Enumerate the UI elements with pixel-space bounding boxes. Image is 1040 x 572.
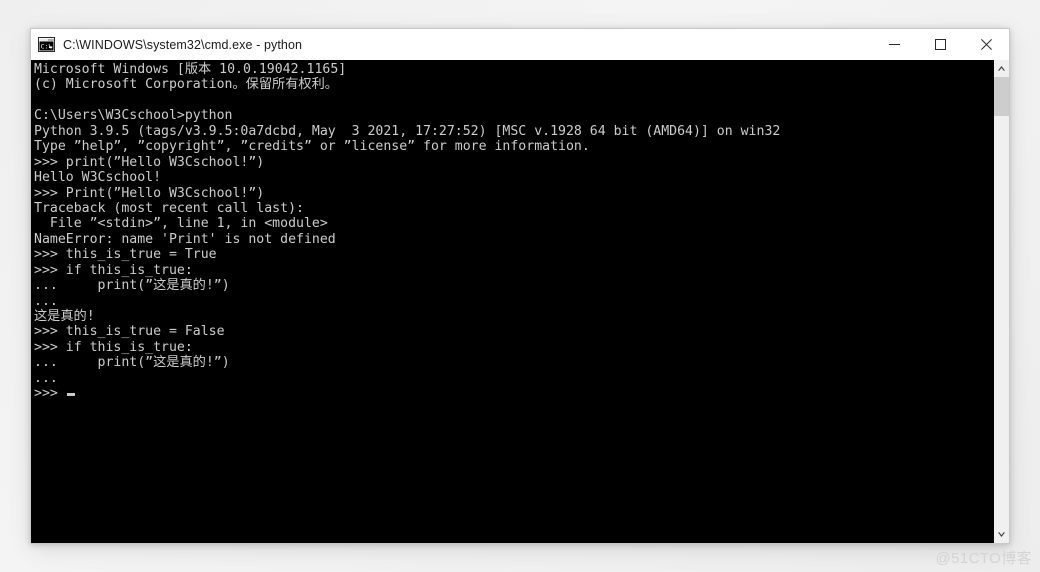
console-line: >>> if this_is_true:: [34, 262, 193, 278]
console-line: Hello W3Cschool!: [34, 170, 162, 186]
console-line: C:\Users\W3Cschool>python: [34, 108, 233, 124]
cmd-console-icon: C:\: [38, 37, 55, 52]
console-line: ... print(”这是真的!”): [34, 355, 230, 371]
console-line: Traceback (most recent call last):: [34, 200, 304, 216]
console-line: Microsoft Windows [版本 10.0.19042.1165]: [34, 62, 347, 77]
minimize-button[interactable]: [871, 29, 917, 60]
console-line: Type ”help”, ”copyright”, ”credits” or ”…: [34, 139, 590, 155]
chevron-down-icon: [998, 532, 1005, 537]
close-button[interactable]: [963, 29, 1009, 60]
chevron-up-icon: [998, 66, 1005, 71]
vertical-scrollbar[interactable]: [993, 60, 1009, 543]
window-title: C:\WINDOWS\system32\cmd.exe - python: [63, 37, 303, 52]
console-area[interactable]: Microsoft Windows [版本 10.0.19042.1165] (c…: [31, 60, 1009, 543]
console-line: >>> this_is_true = True: [34, 247, 217, 263]
scrollbar-track[interactable]: [994, 77, 1009, 526]
maximize-button[interactable]: [917, 29, 963, 60]
scroll-down-button[interactable]: [994, 526, 1009, 543]
console-line: >>> print(”Hello W3Cschool!”): [34, 154, 265, 170]
console-line: (c) Microsoft Corporation。保留所有权利。: [34, 77, 338, 93]
console-line: >>> Print(”Hello W3Cschool!”): [34, 185, 265, 201]
cmd-console-window: C:\ C:\WINDOWS\system32\cmd.exe - python: [30, 28, 1010, 544]
title-bar[interactable]: C:\ C:\WINDOWS\system32\cmd.exe - python: [31, 29, 1009, 60]
scrollbar-thumb[interactable]: [994, 77, 1009, 116]
console-line: Python 3.9.5 (tags/v3.9.5:0a7dcbd, May 3…: [34, 123, 781, 139]
console-line: 这是真的!: [34, 309, 95, 324]
watermark: @51CTO博客: [935, 550, 1032, 567]
console-line: >>> if this_is_true:: [34, 339, 193, 355]
console-line: >>>: [34, 386, 993, 401]
console-line: ... print(”这是真的!”): [34, 278, 230, 294]
console-line: >>> this_is_true = False: [34, 324, 225, 340]
console-output[interactable]: Microsoft Windows [版本 10.0.19042.1165] (c…: [31, 60, 993, 543]
scroll-up-button[interactable]: [994, 60, 1009, 77]
console-line: NameError: name 'Print' is not defined: [34, 231, 336, 247]
console-line: File ”<stdin>”, line 1, in <module>: [34, 216, 328, 232]
console-line: ...: [34, 293, 58, 309]
window-controls: [871, 29, 1009, 60]
console-line: ...: [34, 370, 58, 386]
text-cursor: [66, 393, 75, 397]
